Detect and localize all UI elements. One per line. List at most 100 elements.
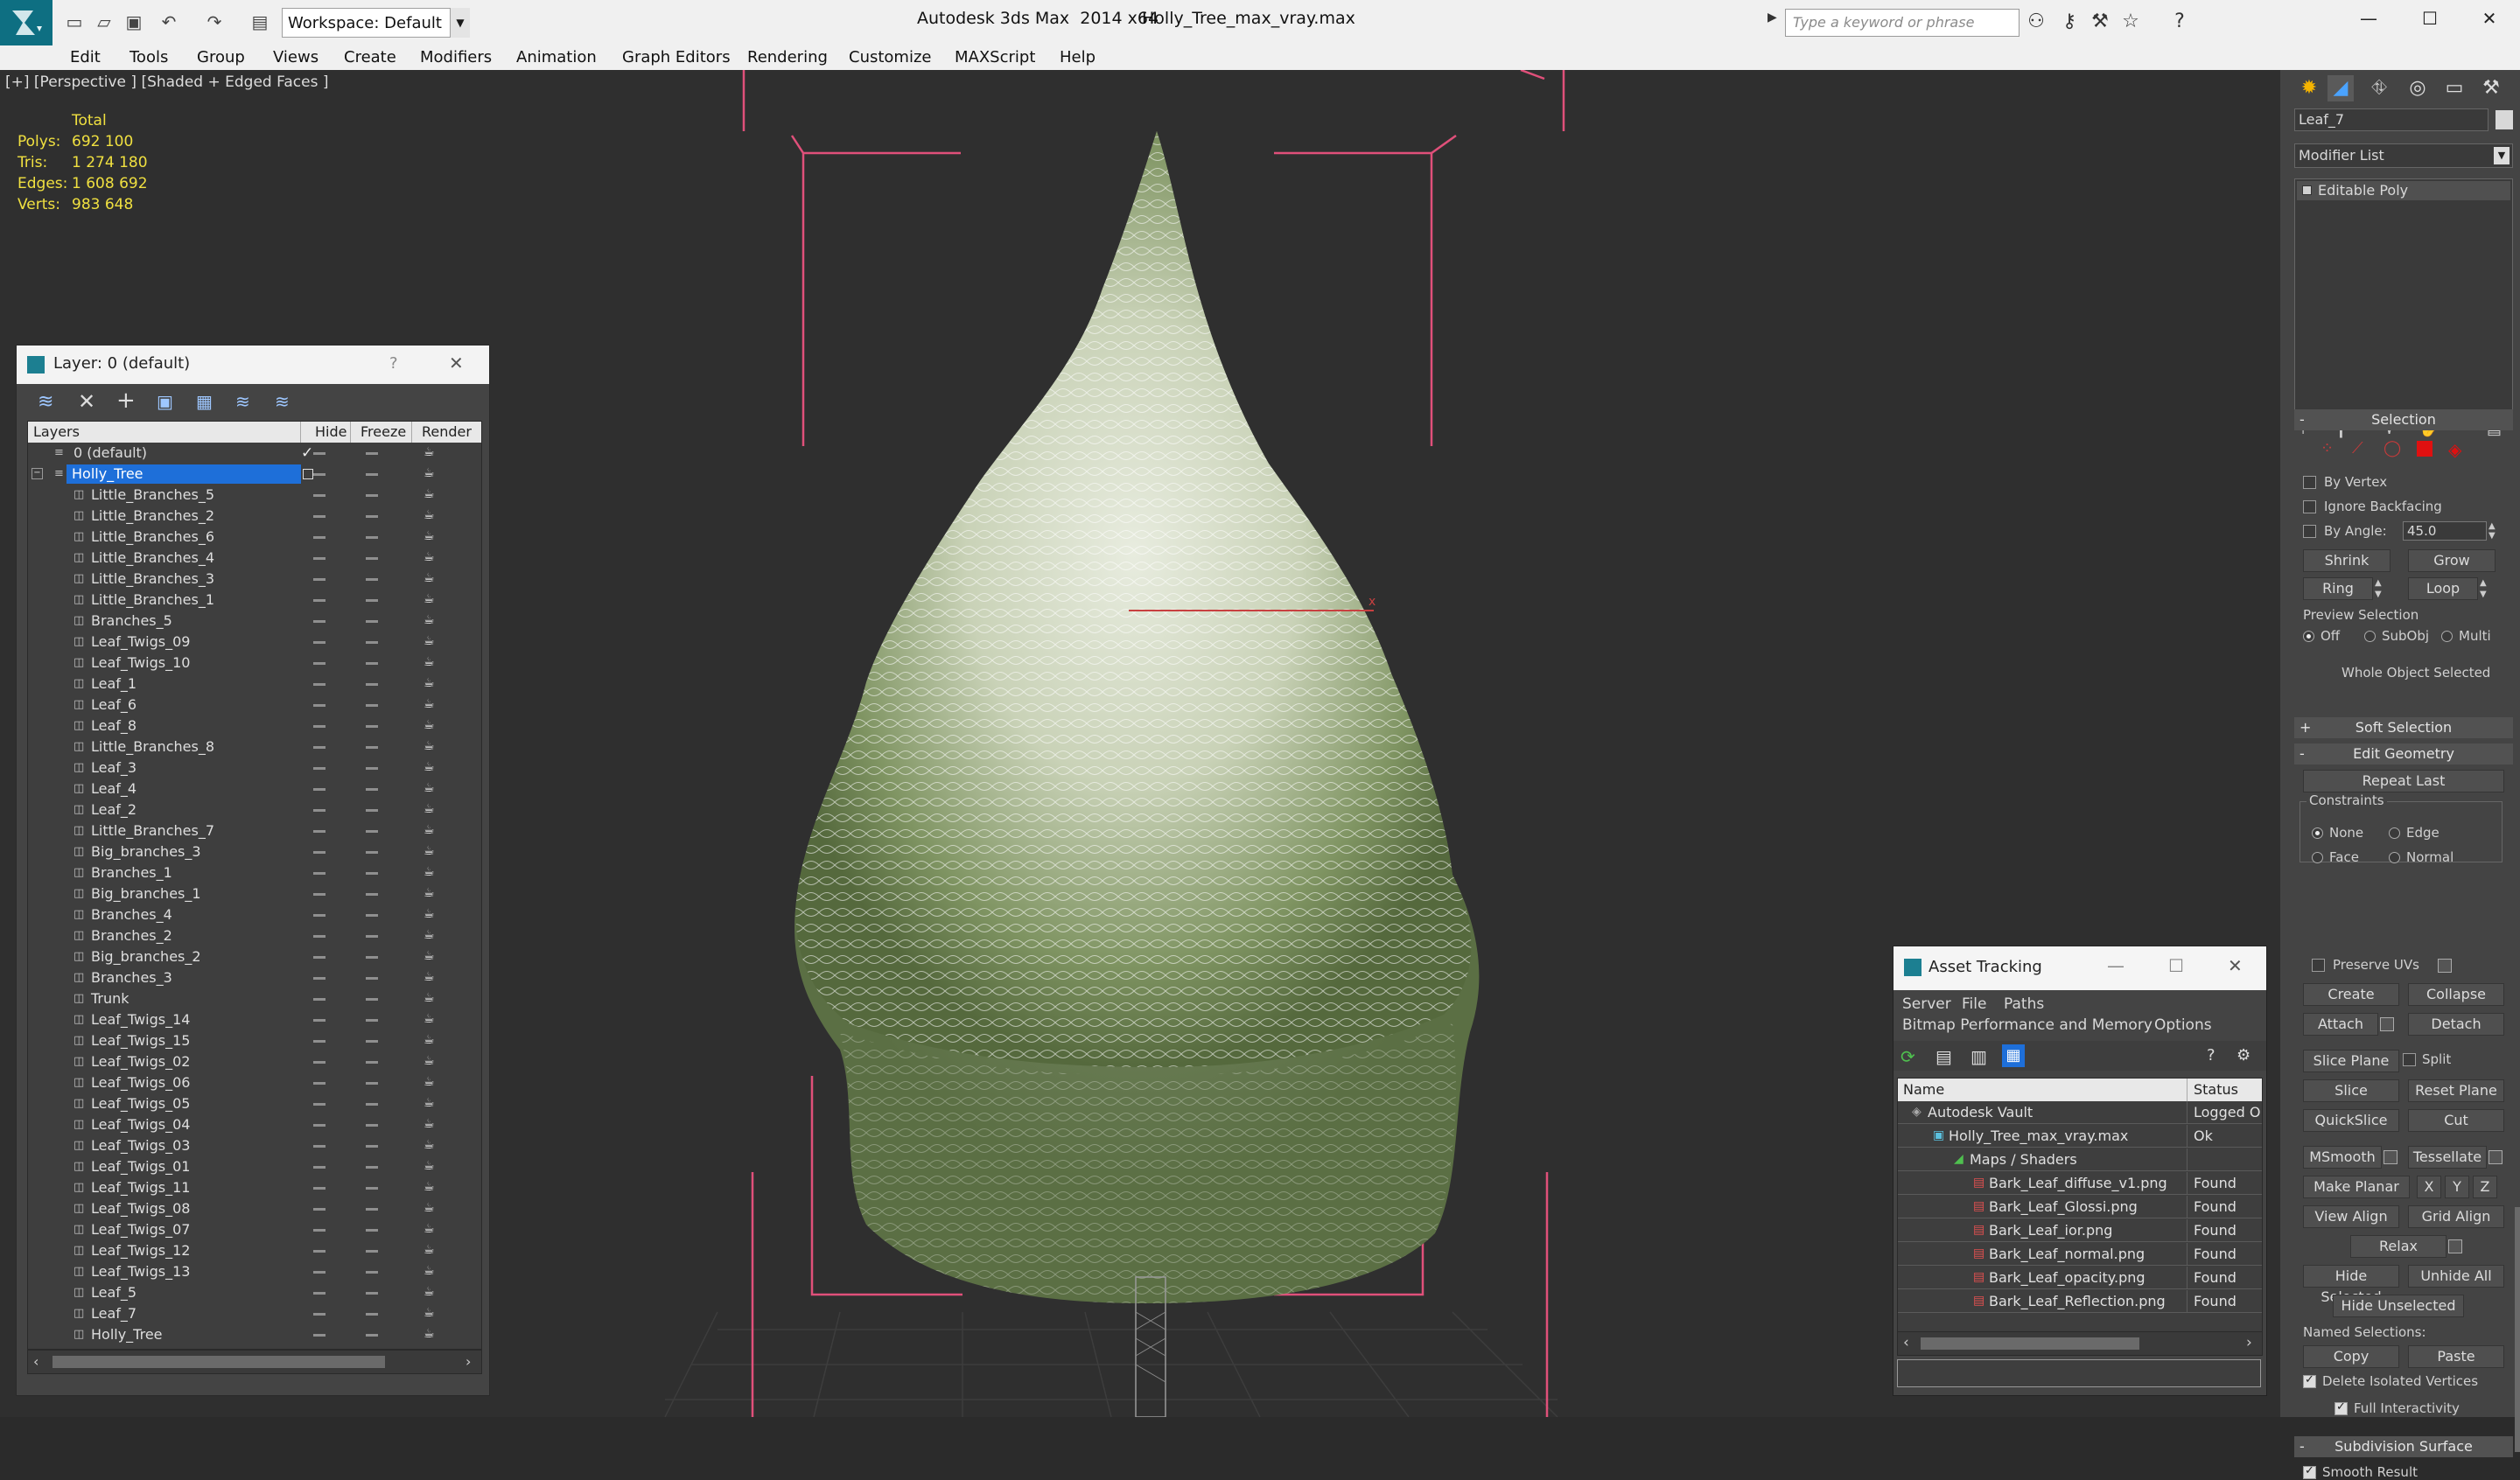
close-icon[interactable]: ✕: [449, 353, 464, 373]
menu-options[interactable]: Options: [2154, 1016, 2212, 1034]
hide-unselected-button[interactable]: Hide Unselected: [2333, 1295, 2464, 1317]
close-icon[interactable]: ✕: [2228, 955, 2243, 976]
table-row[interactable]: ▤ Bark_Leaf_diffuse_v1.png Found: [1898, 1172, 2262, 1195]
freeze-toggle[interactable]: [366, 1187, 378, 1190]
preserve-uvs-settings-icon[interactable]: [2438, 959, 2452, 973]
hide-toggle[interactable]: [313, 1229, 326, 1232]
hide-toggle[interactable]: [313, 599, 326, 602]
menu-create[interactable]: Create: [344, 45, 396, 70]
view-align-button[interactable]: View Align: [2303, 1205, 2399, 1228]
highlight-layer-icon[interactable]: ▦: [196, 391, 213, 412]
render-teapot-icon[interactable]: ☕: [424, 1286, 438, 1298]
hide-toggle[interactable]: [313, 998, 326, 1001]
asset-path-field[interactable]: [1897, 1359, 2261, 1387]
hide-toggle[interactable]: [313, 1019, 326, 1022]
hide-toggle[interactable]: [313, 515, 326, 518]
hide-toggle[interactable]: [313, 473, 326, 476]
horizontal-scrollbar[interactable]: ‹ ›: [1897, 1331, 2263, 1356]
list-item[interactable]: ◫ Leaf_Twigs_12 ☕: [28, 1240, 466, 1261]
render-teapot-icon[interactable]: ☕: [424, 1076, 438, 1088]
scroll-left-icon[interactable]: ‹: [1903, 1334, 1909, 1351]
list-item[interactable]: ◫ Leaf_Twigs_07 ☕: [28, 1219, 466, 1240]
scrollbar-thumb[interactable]: [52, 1356, 385, 1368]
preview-subobj-radio[interactable]: [2364, 631, 2376, 642]
modifier-list-dropdown[interactable]: Modifier List: [2294, 143, 2513, 168]
delete-isolated-checkbox[interactable]: ✓: [2303, 1373, 2316, 1388]
add-icon[interactable]: +: [116, 387, 136, 414]
undo-icon[interactable]: ↶: [158, 10, 180, 33]
render-teapot-icon[interactable]: ☕: [424, 677, 438, 689]
hide-toggle[interactable]: [313, 1040, 326, 1043]
freeze-toggle[interactable]: [366, 1082, 378, 1085]
hide-toggle[interactable]: [313, 767, 326, 770]
render-teapot-icon[interactable]: ☕: [424, 446, 438, 458]
scroll-right-icon[interactable]: ›: [466, 1353, 471, 1370]
scroll-right-icon[interactable]: ›: [2246, 1334, 2252, 1351]
freeze-toggle[interactable]: [366, 599, 378, 602]
hide-toggle[interactable]: [313, 809, 326, 812]
community-icon[interactable]: ⚒: [2087, 9, 2113, 35]
tessellate-settings-icon[interactable]: [2488, 1150, 2502, 1164]
hide-toggle[interactable]: [313, 977, 326, 980]
freeze-toggle[interactable]: [366, 1313, 378, 1316]
list-item[interactable]: ◫ Leaf_Twigs_09 ☕: [28, 632, 466, 653]
dialog-titlebar[interactable]: Layer: 0 (default) ? ✕: [17, 346, 489, 384]
hide-toggle[interactable]: [313, 1271, 326, 1274]
layers-icon[interactable]: ≋: [38, 391, 53, 413]
maximize-icon[interactable]: ☐: [2399, 0, 2460, 37]
dialog-titlebar[interactable]: Asset Tracking — ☐ ✕: [1894, 946, 2266, 990]
menu-maxscript[interactable]: MAXScript: [955, 45, 1035, 70]
key-icon[interactable]: ⚷: [2056, 9, 2082, 35]
freeze-toggle[interactable]: [366, 746, 378, 749]
freeze-toggle[interactable]: [366, 893, 378, 896]
maximize-icon[interactable]: ☐: [2168, 955, 2184, 976]
render-teapot-icon[interactable]: ☕: [424, 551, 438, 563]
copy-button[interactable]: Copy: [2303, 1345, 2399, 1368]
rollout-selection[interactable]: - Selection: [2294, 409, 2513, 430]
hide-toggle[interactable]: [313, 641, 326, 644]
hide-toggle[interactable]: [313, 1250, 326, 1253]
freeze-toggle[interactable]: [366, 1124, 378, 1127]
column-hide[interactable]: Hide: [315, 423, 346, 440]
freeze-toggle[interactable]: [366, 725, 378, 728]
list-item[interactable]: ◫ Leaf_4 ☕: [28, 778, 466, 799]
list-item[interactable]: ◫ Leaf_2 ☕: [28, 799, 466, 820]
column-layers[interactable]: Layers: [33, 423, 80, 440]
relax-button[interactable]: Relax: [2350, 1235, 2446, 1258]
detach-button[interactable]: Detach: [2408, 1013, 2504, 1036]
hierarchy-tab-icon[interactable]: ⛗: [2366, 75, 2392, 101]
column-name[interactable]: Name: [1903, 1081, 1944, 1098]
border-mode-icon[interactable]: ◯: [2384, 439, 2401, 457]
menu-edit[interactable]: Edit: [70, 45, 101, 70]
list-item[interactable]: ◫ Leaf_6 ☕: [28, 695, 466, 716]
menu-animation[interactable]: Animation: [516, 45, 597, 70]
rollout-subdivision-surface[interactable]: - Subdivision Surface: [2294, 1436, 2513, 1457]
list-item[interactable]: ◫ Little_Branches_5 ☕: [28, 485, 466, 506]
column-freeze[interactable]: Freeze: [360, 423, 406, 440]
freeze-toggle[interactable]: [366, 641, 378, 644]
list-item[interactable]: ◫ Little_Branches_3 ☕: [28, 569, 466, 590]
list-item[interactable]: ◫ Little_Branches_6 ☕: [28, 527, 466, 548]
list-item[interactable]: ◫ Leaf_Twigs_10 ☕: [28, 653, 466, 674]
render-teapot-icon[interactable]: ☕: [424, 1013, 438, 1025]
table-row[interactable]: ◈ Autodesk Vault Logged O: [1898, 1101, 2262, 1124]
freeze-toggle[interactable]: [366, 1166, 378, 1169]
by-angle-checkbox[interactable]: [2303, 525, 2316, 538]
tessellate-button[interactable]: Tessellate: [2408, 1146, 2487, 1169]
render-teapot-icon[interactable]: ☕: [424, 761, 438, 773]
hide-toggle[interactable]: [313, 1103, 326, 1106]
hide-toggle[interactable]: [313, 788, 326, 791]
freeze-toggle[interactable]: [366, 1040, 378, 1043]
freeze-toggle[interactable]: [366, 1103, 378, 1106]
menu-group[interactable]: Group: [197, 45, 245, 70]
msmooth-settings-icon[interactable]: [2384, 1150, 2398, 1164]
display-tab-icon[interactable]: ▭: [2441, 75, 2468, 101]
hide-selected-button[interactable]: Hide Selected: [2303, 1265, 2399, 1305]
refresh-icon[interactable]: ⟳: [1900, 1046, 1915, 1067]
menu-graph-editors[interactable]: Graph Editors: [622, 45, 731, 70]
hide-toggle[interactable]: [313, 494, 326, 497]
list-item[interactable]: ◫ Leaf_Twigs_13 ☕: [28, 1261, 466, 1282]
hide-toggle[interactable]: [313, 536, 326, 539]
hide-toggle[interactable]: [313, 914, 326, 917]
freeze-toggle[interactable]: [366, 515, 378, 518]
